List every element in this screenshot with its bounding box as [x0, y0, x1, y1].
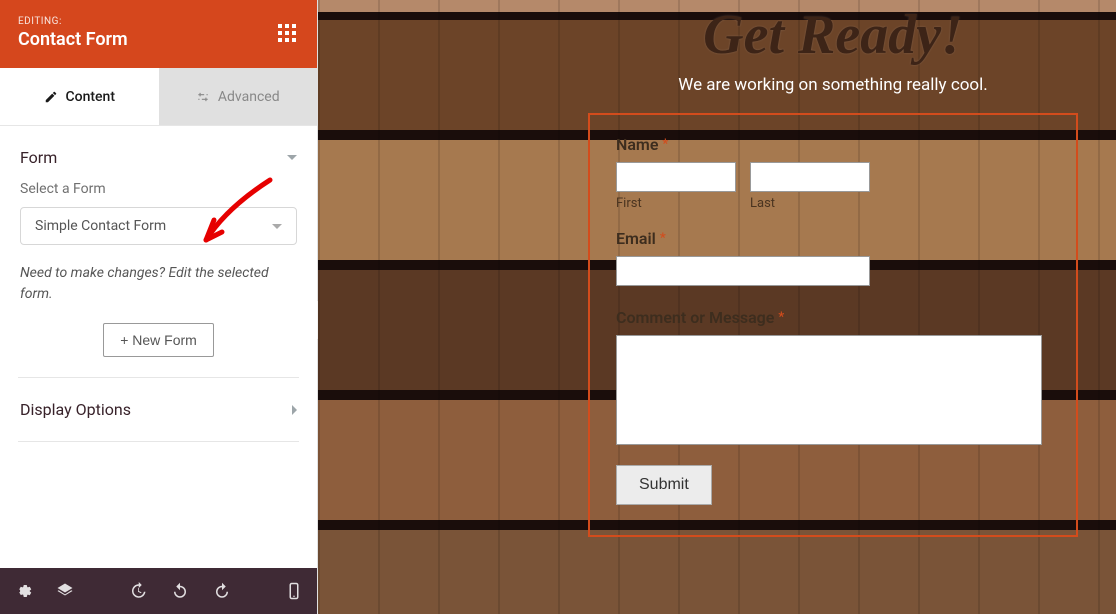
required-mark: *: [778, 310, 784, 325]
layers-icon[interactable]: [56, 582, 74, 600]
tab-advanced-label: Advanced: [218, 89, 280, 105]
settings-icon[interactable]: [14, 582, 32, 600]
email-input[interactable]: [616, 256, 870, 286]
new-form-button[interactable]: + New Form: [103, 323, 214, 357]
widget-title: Contact Form: [18, 29, 128, 50]
sliders-icon: [196, 90, 210, 104]
undo-icon[interactable]: [171, 582, 189, 600]
first-name-input[interactable]: [616, 162, 736, 192]
email-label: Email *: [616, 229, 1050, 248]
sidebar-footer: [0, 568, 317, 614]
tabs: Content Advanced: [0, 68, 317, 126]
mobile-icon[interactable]: [285, 582, 303, 600]
widget-wrapper: Get Ready! We are working on something r…: [588, 6, 1078, 614]
comment-label: Comment or Message *: [616, 308, 1050, 327]
apps-grid-icon[interactable]: [275, 21, 299, 45]
comment-textarea[interactable]: [616, 335, 1042, 445]
required-mark: *: [662, 137, 668, 152]
help-text: Need to make changes? Edit the selected …: [20, 263, 297, 305]
caret-down-icon: [272, 224, 282, 229]
editor-sidebar: EDITING: Contact Form Content Advanced F…: [0, 0, 318, 614]
tab-content-label: Content: [66, 89, 116, 105]
headline-text: Get Ready!: [588, 6, 1078, 65]
form-container[interactable]: Name * First Last Email * Comment or Mes…: [588, 113, 1078, 537]
last-label: Last: [750, 196, 870, 211]
tagline-text: We are working on something really cool.: [588, 75, 1078, 95]
redo-icon[interactable]: [213, 582, 231, 600]
form-section-label: Form: [20, 148, 57, 167]
submit-button[interactable]: Submit: [616, 465, 712, 505]
history-icon[interactable]: [129, 582, 147, 600]
form-section-header[interactable]: Form: [20, 126, 297, 181]
first-label: First: [616, 196, 736, 211]
preview-canvas: Get Ready! We are working on something r…: [318, 0, 1116, 614]
display-options-header[interactable]: Display Options: [20, 378, 297, 441]
sidebar-header: EDITING: Contact Form: [0, 0, 317, 68]
form-select-value: Simple Contact Form: [35, 218, 166, 234]
select-form-label: Select a Form: [20, 181, 297, 197]
pencil-icon: [44, 90, 58, 104]
editing-label: EDITING:: [18, 16, 128, 27]
name-label: Name *: [616, 135, 1050, 154]
required-mark: *: [660, 231, 666, 246]
panel: Form Select a Form Simple Contact Form N…: [0, 126, 317, 568]
form-select[interactable]: Simple Contact Form: [20, 207, 297, 245]
tab-advanced[interactable]: Advanced: [159, 68, 318, 125]
chevron-right-icon: [292, 405, 297, 415]
last-name-input[interactable]: [750, 162, 870, 192]
tab-content[interactable]: Content: [0, 68, 159, 125]
display-options-label: Display Options: [20, 400, 131, 419]
chevron-down-icon: [287, 155, 297, 160]
